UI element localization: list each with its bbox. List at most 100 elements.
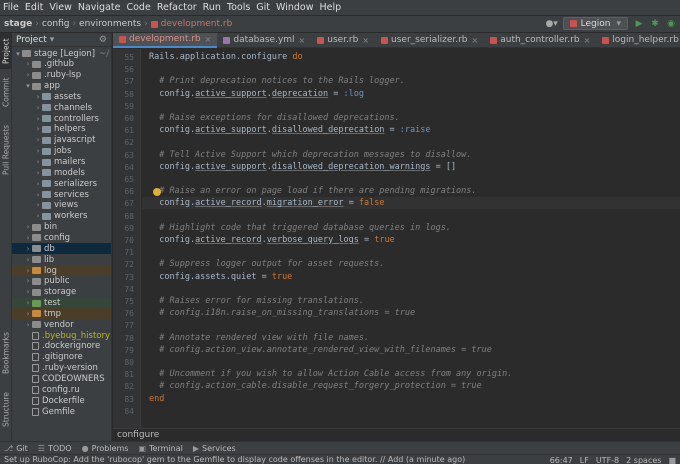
tree-folder--ruby-lsp[interactable]: › .ruby-lsp [12,70,111,81]
tree-folder-javascript[interactable]: › javascript [12,135,111,146]
close-icon[interactable]: × [362,36,369,45]
menu-item-edit[interactable]: Edit [25,2,43,13]
tab-auth_controller-rb[interactable]: auth_controller.rb × [484,33,596,48]
tree-file[interactable]: config.ru [12,384,111,395]
tree-file[interactable]: Gemfile [12,406,111,417]
tree-folder-serializers[interactable]: › serializers [12,178,111,189]
tool-git[interactable]: ⎇ Git [4,444,28,453]
menu-item-view[interactable]: View [49,2,72,13]
tree-folder-assets[interactable]: › assets [12,91,111,102]
breadcrumb-item[interactable]: environments [79,19,141,29]
code-line[interactable]: config.active_support.disallowed_depreca… [149,162,456,172]
tool-tab-pull-requests[interactable]: Pull Requests [0,121,12,179]
menu-item-navigate[interactable]: Navigate [78,2,121,13]
breadcrumb-item[interactable]: stage [4,19,32,29]
user-icon[interactable]: ●▾ [545,19,557,29]
menu-item-help[interactable]: Help [320,2,342,13]
tree-folder-workers[interactable]: › workers [12,211,111,222]
tree-folder-controllers[interactable]: › controllers [12,113,111,124]
tab-user_serializer-rb[interactable]: user_serializer.rb × [375,33,484,48]
tree-folder-bin[interactable]: › bin [12,222,111,233]
code-line[interactable]: config.active_support.disallowed_depreca… [149,125,430,135]
tree-file[interactable]: .dockerignore [12,341,111,352]
lock-icon[interactable]: ■ [668,456,676,464]
close-icon[interactable]: × [472,36,479,45]
code-line[interactable]: # Uncomment if you wish to allow Action … [149,369,512,379]
code-line[interactable]: # Raise exceptions for disallowed deprec… [149,113,400,123]
status-message[interactable]: Set up RuboCop: Add the 'rubocop' gem to… [4,455,465,464]
menu-item-window[interactable]: Window [276,2,313,13]
tool-tab-project[interactable]: Project [0,33,12,69]
tab-user-rb[interactable]: user.rb × [311,33,375,48]
tree-file[interactable]: Dockerfile [12,395,111,406]
code-line[interactable]: # Highlight code that triggered database… [149,223,451,233]
menu-item-tools[interactable]: Tools [227,2,250,13]
coverage-icon[interactable]: ◉ [666,19,676,29]
tree-folder-app[interactable]: ▾ app [12,81,111,92]
project-title[interactable]: Project [16,35,47,45]
tree-file[interactable]: .byebug_history [12,330,111,341]
tree-file[interactable]: CODEOWNERS [12,374,111,385]
tree-folder-channels[interactable]: › channels [12,102,111,113]
tool-tab-commit[interactable]: Commit [0,77,12,107]
debug-icon[interactable]: ✱ [650,19,660,29]
tool-tab-bookmarks[interactable]: Bookmarks [0,329,12,377]
tab-development-rb[interactable]: development.rb × [113,32,218,48]
tree-folder--github[interactable]: › .github [12,59,111,70]
menu-item-git[interactable]: Git [256,2,270,13]
tab-login_helper-rb[interactable]: login_helper.rb× [596,33,680,48]
close-icon[interactable]: × [299,36,306,45]
tree-folder-services[interactable]: › services [12,189,111,200]
tree-folder-views[interactable]: › views [12,200,111,211]
close-icon[interactable]: × [584,36,591,45]
tree-folder-storage[interactable]: › storage [12,287,111,298]
tree-folder-log[interactable]: › log [12,265,111,276]
code-editor[interactable]: 55 56 57 58 59 60 61 62 63 64 65 66 67 68 69 70 71 72 73 74… [113,49,680,428]
run-config-selector[interactable]: Legion ▾ [562,17,628,30]
code-line[interactable]: end [149,394,164,404]
code-line[interactable]: config.active_support.deprecation = :log [149,89,364,99]
code-line[interactable]: # Annotate rendered view with file names… [149,333,369,343]
code-line[interactable]: Rails.application.configure do [149,52,303,62]
code-line[interactable]: config.assets.quiet = true [149,272,292,282]
code-line[interactable]: # Raise an error on page load if there a… [149,186,476,196]
run-icon[interactable]: ▶ [634,19,644,29]
tree-folder-models[interactable]: › models [12,167,111,178]
code-line[interactable]: # Suppress logger output for asset reque… [149,259,384,269]
menu-item-run[interactable]: Run [203,2,221,13]
tool-tab-structure[interactable]: Structure [0,389,12,431]
code-line[interactable]: # config.action_view.annotate_rendered_v… [149,345,492,355]
code-line[interactable]: # Print deprecation notices to the Rails… [149,76,405,86]
indent-setting[interactable]: 2 spaces [626,456,661,464]
chevron-down-icon[interactable]: ▾ [50,35,55,45]
tree-folder-public[interactable]: › public [12,276,111,287]
menu-item-file[interactable]: File [3,2,19,13]
tree-folder-tmp[interactable]: › tmp [12,308,111,320]
tree-folder-mailers[interactable]: › mailers [12,157,111,168]
tree-folder-helpers[interactable]: › helpers [12,124,111,135]
tree-folder-db[interactable]: › db [12,243,111,255]
tab-database-yml[interactable]: database.yml × [217,33,311,48]
tool-services[interactable]: ▶ Services [193,444,236,453]
tool-todo[interactable]: ☰ TODO [38,444,72,453]
tree-folder-test[interactable]: › test [12,297,111,309]
editor-breadcrumb-label[interactable]: configure [117,430,159,440]
settings-icon[interactable]: ⚙ [99,35,107,45]
close-icon[interactable]: × [205,35,212,44]
code-line[interactable]: # config.i18n.raise_on_missing_translati… [149,308,415,318]
menu-item-refactor[interactable]: Refactor [157,2,197,13]
breadcrumb-item[interactable]: config [42,19,70,29]
tree-folder-lib[interactable]: › lib [12,254,111,265]
tree-folder-vendor[interactable]: › vendor [12,319,111,330]
code-line[interactable]: # config.action_cable.disable_request_fo… [149,381,481,391]
tree-folder-jobs[interactable]: › jobs [12,146,111,157]
tree-file[interactable]: .gitignore [12,352,111,363]
caret-position[interactable]: 66:47 [550,456,573,464]
code-line[interactable]: config.active_record.verbose_query_logs … [149,235,394,245]
menu-item-code[interactable]: Code [126,2,150,13]
code-line[interactable]: # Tell Active Support which deprecation … [149,150,471,160]
editor-breadcrumb[interactable]: configure [113,428,680,441]
tool-problems[interactable]: ● Problems [82,444,129,453]
file-encoding[interactable]: UTF-8 [596,456,619,464]
breadcrumb-item[interactable]: development.rb [161,19,233,29]
